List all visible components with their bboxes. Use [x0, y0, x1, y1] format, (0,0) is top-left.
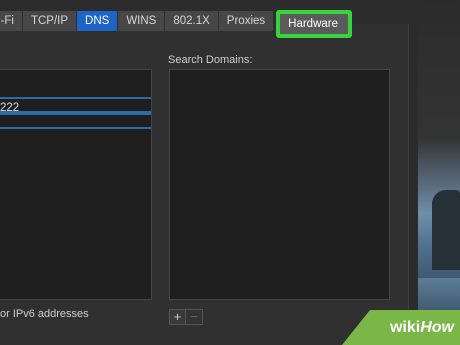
dns-server-value: 222: [0, 102, 20, 114]
network-settings-panel: i-Fi TCP/IP DNS WINS 802.1X Proxies Hard…: [0, 0, 418, 345]
dns-servers-list[interactable]: [0, 69, 152, 300]
dns-server-row[interactable]: [0, 97, 151, 113]
tab-proxies[interactable]: Proxies: [218, 11, 275, 31]
desktop-background: [418, 0, 460, 345]
mountain-silhouette: [432, 190, 460, 270]
tab-hardware[interactable]: Hardware: [276, 10, 353, 38]
add-domain-button[interactable]: +: [169, 309, 186, 325]
watermark-wiki: wiki: [389, 318, 421, 336]
search-domains-list[interactable]: [169, 69, 390, 300]
remove-domain-button[interactable]: −: [186, 309, 203, 325]
search-domains-label: Search Domains:: [168, 54, 253, 66]
tab-8021x[interactable]: 802.1X: [165, 11, 219, 31]
tab-bar: i-Fi TCP/IP DNS WINS 802.1X Proxies Hard…: [0, 10, 353, 38]
tab-tcpip[interactable]: TCP/IP: [22, 11, 78, 31]
tab-wins[interactable]: WINS: [118, 11, 166, 31]
tab-hardware-highlight: Hardware: [276, 10, 353, 38]
search-domains-controls: + −: [169, 309, 203, 325]
ipv6-hint-text: or IPv6 addresses: [0, 308, 89, 320]
tab-wifi[interactable]: i-Fi: [0, 11, 23, 31]
dns-server-row-selected[interactable]: [0, 113, 151, 129]
watermark-how: How: [420, 318, 454, 336]
tab-hardware-label: Hardware: [288, 18, 339, 30]
tab-dns[interactable]: DNS: [77, 11, 119, 31]
